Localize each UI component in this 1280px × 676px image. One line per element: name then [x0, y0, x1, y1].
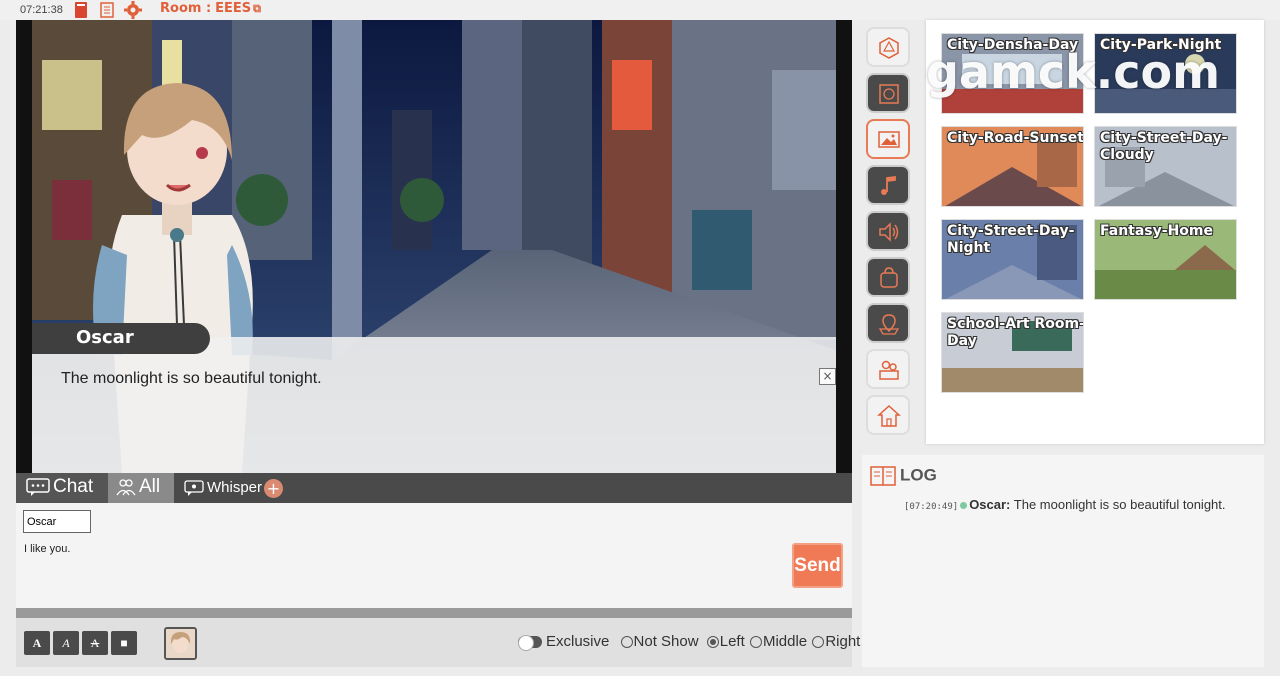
characters-button[interactable]	[866, 349, 910, 389]
character-name-field[interactable]	[23, 510, 91, 533]
whisper-icon	[184, 479, 207, 497]
middle-label: Middle	[762, 633, 808, 650]
dialogue-text: The moonlight is so beautiful tonight.	[61, 370, 322, 387]
log-header: LOG	[870, 465, 937, 487]
document-icon[interactable]	[98, 1, 116, 19]
background-label: Fantasy-Home	[1100, 223, 1213, 239]
log-status-dot	[960, 502, 968, 510]
not-show-label: Not Show	[633, 633, 699, 650]
avatar[interactable]	[164, 627, 197, 660]
italic-button[interactable]: A	[53, 631, 79, 655]
top-bar: 07:21:38 Room : EEES ⧉	[0, 0, 1280, 20]
exclusive-toggle[interactable]	[518, 635, 542, 652]
not-show-radio[interactable]	[620, 636, 633, 649]
right-radio[interactable]	[812, 636, 825, 649]
send-button[interactable]: Send	[792, 543, 843, 588]
log-message: The moonlight is so beautiful tonight.	[1010, 497, 1226, 512]
chat-bubble-icon	[26, 476, 53, 497]
log-book-icon	[870, 465, 900, 486]
background-label: City-Road-Sunset	[947, 130, 1084, 146]
music-button[interactable]	[866, 165, 910, 205]
copy-icon[interactable]: ⧉	[253, 2, 261, 15]
composer-toolbar: A A A ■ Exclusive Not Show Left Middle R…	[16, 618, 860, 667]
composer-divider	[16, 608, 852, 618]
gear-icon[interactable]	[124, 1, 142, 19]
strikethrough-button[interactable]: A	[82, 631, 108, 655]
log-timestamp: [07:20:49]	[904, 502, 959, 512]
chat-composer: I like you. Send	[16, 503, 852, 608]
square-button[interactable]: ■	[111, 631, 137, 655]
dice-button[interactable]	[866, 27, 910, 67]
display-options: Exclusive Not Show Left Middle Right	[518, 633, 861, 652]
group-icon	[116, 476, 139, 497]
exclusive-label: Exclusive	[546, 633, 610, 650]
chat-tabs: Chat All Whisper +	[16, 473, 852, 503]
map-button[interactable]	[866, 73, 910, 113]
add-whisper-button[interactable]: +	[264, 479, 283, 498]
watermark: gamck.com	[926, 45, 1221, 99]
middle-radio[interactable]	[749, 636, 762, 649]
tab-all-label: All	[139, 476, 161, 497]
tab-all[interactable]: All	[108, 473, 174, 503]
background-thumb[interactable]: City-Street-Day-Cloudy	[1094, 126, 1237, 207]
background-label: City-Street-Day-Cloudy	[1100, 130, 1228, 163]
left-radio[interactable]	[706, 636, 719, 649]
scene-stage: Oscar The moonlight is so beautiful toni…	[16, 20, 852, 473]
room-label: Room : EEES ⧉	[160, 1, 262, 16]
bag-button[interactable]	[866, 257, 910, 297]
speaker-name: Oscar	[32, 323, 210, 354]
sound-button[interactable]	[866, 211, 910, 251]
left-label: Left	[719, 633, 745, 650]
background-thumb[interactable]: City-Road-Sunset	[941, 126, 1084, 207]
log-entry: [07:20:49] Oscar: The moonlight is so bea…	[904, 497, 1226, 512]
tab-chat-label: Chat	[53, 476, 94, 497]
home-button[interactable]	[866, 395, 910, 435]
background-thumb[interactable]: School-Art Room-Day	[941, 312, 1084, 393]
log-title: LOG	[900, 465, 937, 485]
book-icon[interactable]	[73, 1, 91, 19]
image-button[interactable]	[866, 119, 910, 159]
background-thumb[interactable]: Fantasy-Home	[1094, 219, 1237, 300]
background-thumb[interactable]: City-Street-Day-Night	[941, 219, 1084, 300]
tab-whisper-label: Whisper	[207, 479, 263, 496]
room-id[interactable]: EEES	[215, 1, 251, 16]
dialogue-box	[32, 337, 836, 473]
background-label: City-Street-Day-Night	[947, 223, 1075, 256]
background-label: School-Art Room-Day	[947, 316, 1084, 349]
right-label: Right	[825, 633, 861, 650]
clock: 07:21:38	[20, 4, 63, 16]
log-speaker: Oscar:	[969, 497, 1011, 512]
bold-button[interactable]: A	[24, 631, 50, 655]
message-input[interactable]: I like you.	[24, 543, 70, 555]
log-panel: LOG [07:20:49] Oscar: The moonlight is so…	[862, 455, 1264, 667]
close-dialogue-button[interactable]: ×	[819, 368, 836, 385]
tab-chat[interactable]: Chat	[16, 473, 108, 503]
location-button[interactable]	[866, 303, 910, 343]
